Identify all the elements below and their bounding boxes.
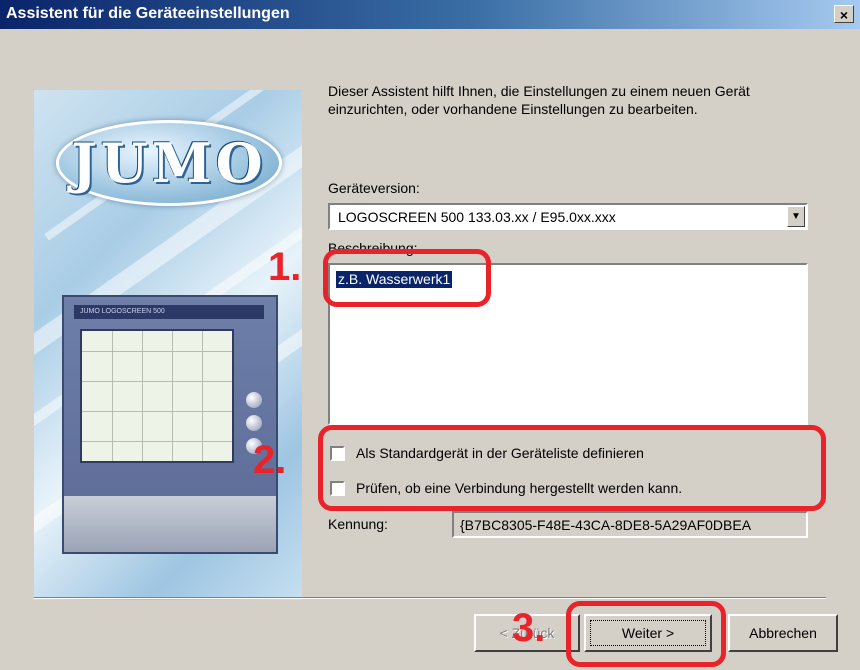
device-brand-label: JUMO LOGOSCREEN 500 [74, 305, 264, 319]
device-version-label: Geräteversion: [328, 180, 420, 196]
title-bar: Assistent für die Geräteeinstellungen × [0, 0, 860, 29]
device-screen [80, 329, 234, 463]
identifier-value: {B7BC8305-F48E-43CA-8DE8-5A29AF0DBEA [460, 517, 752, 533]
annotation-box-2 [318, 425, 826, 511]
annotation-step-2: 2. [253, 438, 287, 482]
identifier-field: {B7BC8305-F48E-43CA-8DE8-5A29AF0DBEA [452, 511, 808, 538]
device-version-value: LOGOSCREEN 500 133.03.xx / E95.0xx.xxx [338, 209, 616, 225]
window-title: Assistent für die Geräteeinstellungen [6, 5, 290, 22]
annotation-step-1: 1. [268, 245, 302, 289]
cancel-button[interactable]: Abbrechen [728, 614, 838, 652]
annotation-step-3: 3. [512, 606, 546, 650]
jumo-logo: JUMO [56, 120, 282, 206]
device-illustration: JUMO LOGOSCREEN 500 [62, 295, 278, 554]
dropdown-arrow-icon[interactable]: ▼ [787, 206, 805, 227]
annotation-box-3 [566, 601, 726, 667]
identifier-label: Kennung: [328, 516, 388, 532]
device-version-select[interactable]: LOGOSCREEN 500 133.03.xx / E95.0xx.xxx ▼ [328, 203, 808, 230]
wizard-side-image: JUMO JUMO LOGOSCREEN 500 [34, 90, 302, 600]
annotation-box-1 [323, 249, 491, 307]
button-separator [34, 597, 826, 599]
intro-text: Dieser Assistent hilft Ihnen, die Einste… [328, 83, 750, 117]
close-button[interactable]: × [834, 5, 854, 23]
